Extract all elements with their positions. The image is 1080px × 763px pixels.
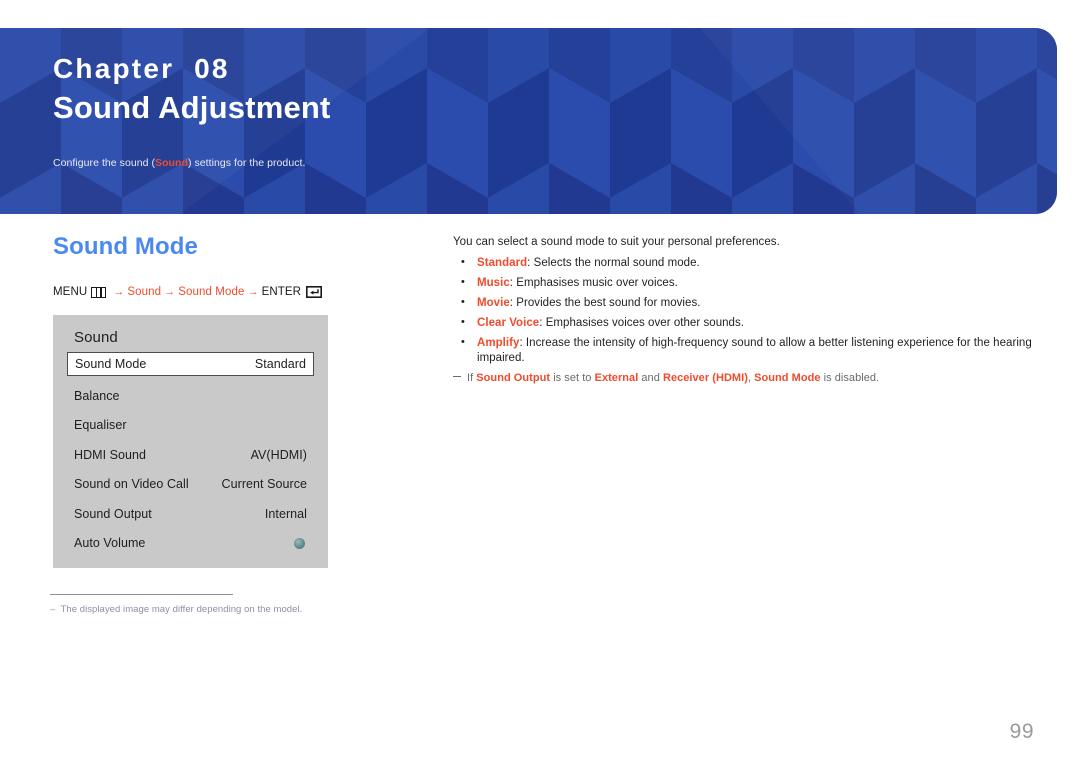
document-page: Chapter 08 Sound Adjustment Configure th… — [0, 0, 1080, 763]
note-part-2: is set to — [550, 372, 595, 384]
menu-path-step-sound[interactable]: Sound — [127, 286, 161, 298]
osd-row-label: Sound Output — [74, 506, 152, 521]
osd-row-label: Sound Mode — [75, 357, 147, 371]
osd-row-auto-volume[interactable]: Auto Volume — [67, 529, 314, 559]
osd-row-sound-mode[interactable]: Sound Mode Standard — [67, 352, 314, 376]
osd-row-value: AV(HDMI) — [250, 447, 307, 462]
banner-subtitle-highlight: Sound — [155, 157, 188, 169]
menu-path-breadcrumb: MENU → Sound → Sound Mode → ENTER — [53, 286, 323, 298]
osd-row-equaliser[interactable]: Equaliser — [67, 411, 314, 441]
chapter-banner: Chapter 08 Sound Adjustment Configure th… — [0, 28, 1057, 214]
bullet-term: Amplify — [477, 337, 520, 349]
banner-subtitle-post: ) settings for the product. — [187, 157, 306, 169]
list-item: Amplify: Increase the intensity of high-… — [453, 335, 1033, 366]
auto-volume-toggle-indicator-icon[interactable] — [294, 537, 305, 549]
page-number: 99 — [1009, 720, 1034, 743]
menu-grid-icon — [91, 286, 107, 298]
menu-path-step-sound-mode[interactable]: Sound Mode — [178, 286, 244, 298]
description-column: You can select a sound mode to suit your… — [453, 234, 1033, 386]
page-title: Sound Mode — [53, 233, 198, 260]
banner-heading-group: Chapter 08 Sound Adjustment — [53, 52, 331, 128]
osd-row-value: Standard — [254, 357, 306, 371]
osd-row-label: Balance — [74, 388, 120, 403]
bullet-term: Music — [477, 277, 510, 289]
osd-row-label: Equaliser — [74, 418, 127, 433]
bullet-term: Standard — [477, 257, 528, 269]
note-term-sound-mode: Sound Mode — [754, 372, 821, 384]
bullet-term: Clear Voice — [477, 317, 540, 329]
enter-return-icon — [306, 286, 323, 298]
path-arrow-1: → — [113, 286, 125, 298]
banner-subtitle-pre: Configure the sound ( — [53, 157, 156, 169]
bullet-term: Movie — [477, 297, 510, 309]
footnote-divider — [50, 594, 233, 595]
path-arrow-3: → — [247, 286, 259, 298]
menu-path-enter-label: ENTER — [261, 286, 302, 298]
panel-footnote: – The displayed image may differ dependi… — [50, 594, 380, 615]
list-item: Clear Voice: Emphasises voices over othe… — [453, 315, 1033, 331]
osd-row-sound-output[interactable]: Sound Output Internal — [67, 499, 314, 529]
osd-panel-title: Sound — [74, 329, 118, 346]
note-part-1: If — [467, 372, 477, 384]
osd-row-sound-on-video-call[interactable]: Sound on Video Call Current Source — [67, 470, 314, 500]
bullet-text: : Provides the best sound for movies. — [509, 297, 701, 309]
note-term-external: External — [594, 372, 639, 384]
chapter-title: Sound Adjustment — [53, 90, 331, 125]
osd-row-label: Sound on Video Call — [74, 477, 189, 492]
osd-row-label: Auto Volume — [74, 536, 146, 551]
sound-mode-bullet-list: Standard: Selects the normal sound mode.… — [453, 255, 1033, 366]
footnote-text: – The displayed image may differ dependi… — [50, 604, 303, 615]
osd-row-hdmi-sound[interactable]: HDMI Sound AV(HDMI) — [67, 440, 314, 470]
list-item: Music: Emphasises music over voices. — [453, 275, 1033, 291]
bullet-text: : Emphasises music over voices. — [509, 277, 678, 289]
list-item: Standard: Selects the normal sound mode. — [453, 255, 1033, 271]
disabled-state-note: If Sound Output is set to External and R… — [453, 371, 1033, 386]
osd-row-value: Current Source — [221, 477, 307, 492]
banner-subtitle: Configure the sound (Sound) settings for… — [53, 157, 305, 169]
intro-text: You can select a sound mode to suit your… — [453, 236, 780, 248]
bullet-text: : Emphasises voices over other sounds. — [539, 317, 745, 329]
note-term-sound-output: Sound Output — [476, 372, 551, 384]
list-item: Movie: Provides the best sound for movie… — [453, 295, 1033, 311]
menu-path-menu-label: MENU — [53, 286, 88, 298]
path-arrow-2: → — [164, 286, 176, 298]
bullet-text: : Selects the normal sound mode. — [527, 257, 700, 269]
osd-row-value: Internal — [264, 506, 307, 521]
note-part-5: is disabled. — [820, 372, 880, 384]
osd-row-label: HDMI Sound — [74, 447, 147, 462]
osd-row-balance[interactable]: Balance — [67, 381, 314, 411]
note-part-3: and — [638, 372, 663, 384]
osd-settings-panel: Sound Sound Mode Standard Balance Equali… — [53, 315, 328, 568]
bullet-text: : Increase the intensity of high-frequen… — [477, 337, 1032, 364]
note-term-receiver-hdmi: Receiver (HDMI) — [662, 372, 748, 384]
chapter-label: Chapter 08 — [53, 53, 230, 84]
